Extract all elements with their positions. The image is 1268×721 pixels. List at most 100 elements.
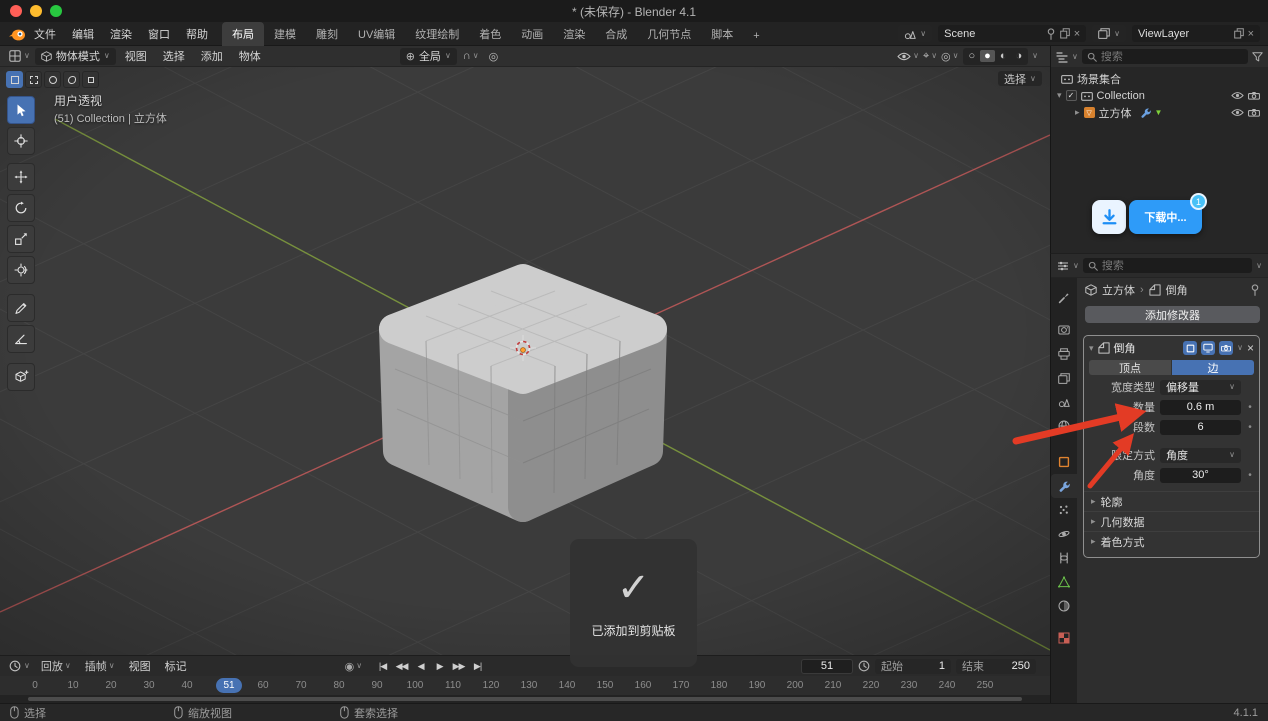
workspace-tab-modeling[interactable]: 建模 — [264, 22, 306, 46]
jump-to-start-button[interactable]: |◀ — [374, 661, 391, 672]
disclosure-open-icon[interactable]: ▾ — [1089, 344, 1094, 353]
mesh-data-icon[interactable]: ▼ — [1155, 108, 1163, 117]
modifier-wrench-icon[interactable] — [1140, 107, 1151, 118]
outliner-search[interactable] — [1082, 49, 1248, 64]
tab-modifier-properties[interactable] — [1051, 474, 1077, 498]
workspace-tab-compositing[interactable]: 合成 — [595, 22, 637, 46]
tab-texture-properties[interactable] — [1051, 626, 1077, 650]
breadcrumb-object[interactable]: 立方体 — [1102, 282, 1135, 298]
copy-icon[interactable] — [1060, 28, 1070, 39]
timeline-menu-keying[interactable]: 插帧 ∨ — [79, 658, 121, 674]
mode-dropdown[interactable]: 物体模式 ∨ — [35, 48, 116, 65]
disable-in-renders-icon[interactable] — [1248, 91, 1260, 100]
add-modifier-button[interactable]: 添加修改器 — [1085, 306, 1260, 323]
workspace-tab-shading[interactable]: 着色 — [469, 22, 511, 46]
tab-tool-properties[interactable] — [1051, 286, 1077, 310]
visibility-dropdown[interactable]: ∨ — [897, 52, 919, 61]
section-shading[interactable]: ▸ 着色方式 — [1084, 531, 1259, 551]
tab-object-data-properties[interactable] — [1051, 570, 1077, 594]
viewport-menu-add[interactable]: 添加 — [194, 48, 230, 64]
collection-checkbox[interactable]: ✓ — [1066, 90, 1077, 101]
menu-file[interactable]: 文件 — [26, 26, 64, 42]
jump-to-end-button[interactable]: ▶| — [469, 661, 486, 672]
tab-material-properties[interactable] — [1051, 594, 1077, 618]
amount-field[interactable]: 0.6 m — [1160, 400, 1241, 415]
properties-search-input[interactable] — [1102, 260, 1247, 272]
viewport-menu-select[interactable]: 选择 — [156, 48, 192, 64]
viewlayer-browse-button[interactable]: ∨ — [1092, 25, 1126, 42]
workspace-tab-animation[interactable]: 动画 — [511, 22, 553, 46]
tab-physics-properties[interactable] — [1051, 522, 1077, 546]
timeline-menu-view[interactable]: 视图 — [123, 658, 157, 674]
shading-material-icon[interactable]: ◐ — [996, 50, 1011, 62]
play-button[interactable]: ▶ — [431, 661, 448, 672]
remove-modifier-icon[interactable]: × — [1247, 341, 1254, 355]
select-mode-lasso[interactable] — [63, 71, 80, 88]
segments-field[interactable]: 6 — [1160, 420, 1241, 435]
tab-render-properties[interactable] — [1051, 318, 1077, 342]
pin-icon[interactable] — [1046, 28, 1056, 40]
auto-keying-toggle[interactable]: ◉ ∨ — [345, 660, 362, 673]
remove-viewlayer-icon[interactable]: × — [1248, 28, 1254, 40]
copy-icon[interactable] — [1234, 28, 1244, 39]
shading-wireframe-icon[interactable]: ○ — [965, 50, 980, 62]
tool-transform[interactable] — [7, 256, 35, 284]
tool-select-dropdown[interactable]: 选择 ∨ — [998, 71, 1042, 86]
tool-select-box[interactable] — [7, 96, 35, 124]
select-mode-box[interactable] — [25, 71, 42, 88]
tab-world-properties[interactable] — [1051, 414, 1077, 438]
viewport-menu-object[interactable]: 物体 — [232, 48, 268, 64]
section-profile[interactable]: ▸ 轮廓 — [1084, 491, 1259, 511]
width-type-dropdown[interactable]: 偏移量 ∨ — [1160, 380, 1241, 395]
timeline-editor-type-button[interactable]: ∨ — [6, 660, 33, 672]
select-mode-tweak[interactable] — [6, 71, 23, 88]
properties-editor-icon[interactable] — [1057, 260, 1069, 272]
animate-dot-icon[interactable]: • — [1246, 470, 1254, 481]
tool-measure[interactable] — [7, 325, 35, 353]
outliner-search-input[interactable] — [1101, 51, 1243, 63]
overlays-dropdown[interactable]: ◎ ∨ — [941, 50, 958, 63]
play-reverse-button[interactable]: ◀ — [412, 661, 429, 672]
disclosure-open-icon[interactable]: ▾ — [1057, 91, 1062, 100]
animate-dot-icon[interactable]: • — [1246, 402, 1254, 413]
download-notification[interactable]: 下载中... 1 — [1092, 200, 1202, 237]
prev-keyframe-button[interactable]: ◀◀ — [393, 661, 410, 672]
modifier-extras-dropdown-icon[interactable]: ∨ — [1237, 344, 1243, 352]
disclosure-closed-icon[interactable]: ▸ — [1075, 108, 1080, 117]
tool-annotate[interactable] — [7, 294, 35, 322]
viewport-menu-view[interactable]: 视图 — [118, 48, 154, 64]
workspace-tab-texture-paint[interactable]: 纹理绘制 — [405, 22, 469, 46]
modifier-name[interactable]: 倒角 — [1114, 340, 1136, 356]
display-edit-mode-toggle[interactable] — [1183, 341, 1197, 355]
tab-output-properties[interactable] — [1051, 342, 1077, 366]
display-render-toggle[interactable] — [1219, 341, 1233, 355]
unlink-scene-icon[interactable]: × — [1074, 28, 1080, 40]
tool-cursor[interactable] — [7, 127, 35, 155]
filter-icon[interactable] — [1252, 52, 1263, 62]
timeline-scrollbar-thumb[interactable] — [28, 697, 1022, 701]
menu-window[interactable]: 窗口 — [140, 26, 178, 42]
snap-toggle[interactable]: ∩ ∨ — [459, 50, 483, 62]
tab-particle-properties[interactable] — [1051, 498, 1077, 522]
timeline-scrollbar[interactable] — [0, 695, 1050, 703]
animate-dot-icon[interactable]: • — [1246, 422, 1254, 433]
workspace-tab-layout[interactable]: 布局 — [222, 22, 264, 46]
start-frame-field[interactable]: 起始 1 — [875, 659, 951, 674]
tab-viewlayer-properties[interactable] — [1051, 366, 1077, 390]
pin-icon[interactable] — [1250, 284, 1260, 296]
workspace-tab-rendering[interactable]: 渲染 — [553, 22, 595, 46]
breadcrumb-modifier[interactable]: 倒角 — [1166, 282, 1188, 298]
tool-scale[interactable] — [7, 225, 35, 253]
viewlayer-name-field[interactable]: ViewLayer × — [1132, 25, 1260, 42]
workspace-tab-geometry-nodes[interactable]: 几何节点 — [637, 22, 701, 46]
properties-search[interactable] — [1083, 258, 1252, 273]
timeline-menu-marker[interactable]: 标记 — [159, 658, 193, 674]
shading-solid-icon[interactable]: ● — [980, 50, 995, 62]
select-mode-circle[interactable] — [44, 71, 61, 88]
hide-in-viewport-icon[interactable] — [1231, 108, 1244, 117]
disable-in-renders-icon[interactable] — [1248, 108, 1260, 117]
menu-help[interactable]: 帮助 — [178, 26, 216, 42]
outliner-row-collection[interactable]: ▾ ✓ Collection — [1051, 87, 1268, 104]
affect-vertices-button[interactable]: 顶点 — [1089, 360, 1171, 375]
workspace-tab-uv-editing[interactable]: UV编辑 — [348, 22, 405, 46]
